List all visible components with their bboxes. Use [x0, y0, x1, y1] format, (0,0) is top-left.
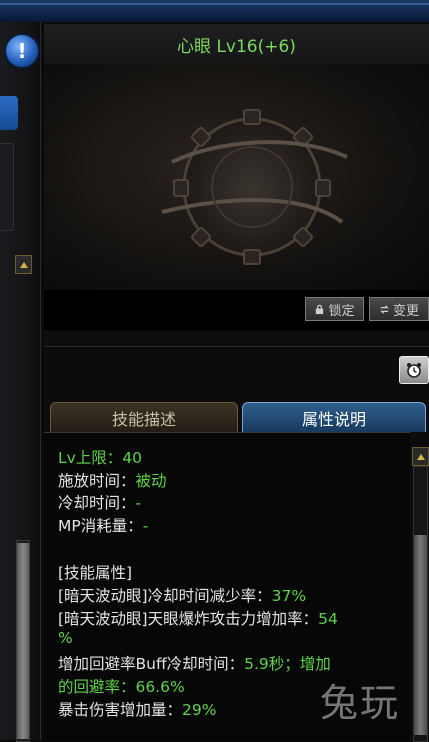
skill-title-bar: 心眼 Lv16(+6) — [44, 24, 429, 65]
info-icon[interactable]: ! — [4, 33, 40, 69]
lv-cap-label: Lv上限： — [58, 449, 123, 467]
left-scroll-up-button[interactable] — [15, 255, 32, 274]
tab-attribute-description[interactable]: 属性说明 — [242, 402, 426, 432]
lock-icon — [316, 304, 324, 314]
tab-skill-description[interactable]: 技能描述 — [50, 402, 238, 432]
top-window-bar — [0, 0, 429, 22]
mp-row: MP消耗量：- — [58, 514, 148, 536]
dungeon-fighter-emblem-icon — [161, 109, 348, 265]
attribute-label: [暗天波动眼]冷却时间减少率： — [58, 587, 272, 605]
lock-button[interactable]: 锁定 — [305, 297, 364, 321]
cooldown-label: 冷却时间： — [58, 494, 136, 512]
section-header: [技能属性] — [58, 564, 133, 582]
tab-label: 属性说明 — [301, 409, 366, 429]
swap-icon — [380, 304, 389, 314]
lock-button-label: 锁定 — [328, 303, 355, 319]
mp-label: MP消耗量： — [58, 517, 143, 535]
left-scrollbar[interactable] — [16, 540, 30, 742]
tab-label: 技能描述 — [111, 409, 176, 429]
attribute-line-5: 暴击伤害增加量：29% — [58, 698, 216, 720]
left-side-tab-active[interactable] — [0, 96, 18, 130]
skill-title: 心眼 Lv16(+6) — [177, 36, 296, 57]
attribute-value: 5.9秒；增加 — [244, 655, 331, 673]
watermark: 兔玩 — [320, 681, 401, 725]
attribute-line-2: [暗天波动眼]天眼爆炸攻击力增加率：54 — [58, 607, 338, 629]
attribute-label: 增加回避率Buff冷却时间： — [58, 655, 245, 673]
lv-cap-row: Lv上限：40 — [58, 446, 142, 468]
cooldown-value: - — [135, 494, 142, 512]
right-scrollbar-thumb[interactable] — [414, 535, 427, 735]
change-button[interactable]: 变更 — [369, 297, 429, 321]
attribute-label: [暗天波动眼]天眼爆炸攻击力增加率： — [58, 610, 319, 628]
cooldown-row: 冷却时间：- — [58, 491, 141, 513]
attribute-line-3: 增加回避率Buff冷却时间：5.9秒；增加 — [58, 652, 331, 674]
mp-value: - — [142, 517, 149, 535]
attribute-line-4: 的回避率：66.6% — [58, 678, 185, 696]
cast-time-row: 施放时间：被动 — [58, 469, 167, 491]
attribute-line-2-wrap: % — [58, 629, 73, 647]
cast-time-value: 被动 — [135, 472, 167, 490]
lv-cap-value: 40 — [122, 449, 143, 467]
attribute-label: 暴击伤害增加量： — [58, 701, 183, 719]
attribute-line-1: [暗天波动眼]冷却时间减少率：37% — [58, 584, 306, 606]
cast-time-label: 施放时间： — [58, 472, 136, 490]
left-side-tab[interactable] — [0, 143, 14, 231]
skill-preview — [44, 64, 429, 290]
arrow-up-icon — [19, 261, 28, 268]
right-scrollbar[interactable] — [413, 466, 428, 742]
alarm-clock-icon — [407, 363, 421, 378]
left-scrollbar-thumb[interactable] — [17, 543, 29, 739]
attribute-value: 37% — [271, 587, 307, 605]
change-button-label: 变更 — [392, 303, 419, 319]
attribute-value: 29% — [182, 701, 217, 719]
right-scroll-up-button[interactable] — [412, 447, 429, 466]
attribute-value: 54 — [318, 610, 338, 628]
alarm-clock-button[interactable] — [399, 356, 429, 384]
arrow-up-icon — [416, 453, 425, 460]
divider — [44, 332, 429, 346]
